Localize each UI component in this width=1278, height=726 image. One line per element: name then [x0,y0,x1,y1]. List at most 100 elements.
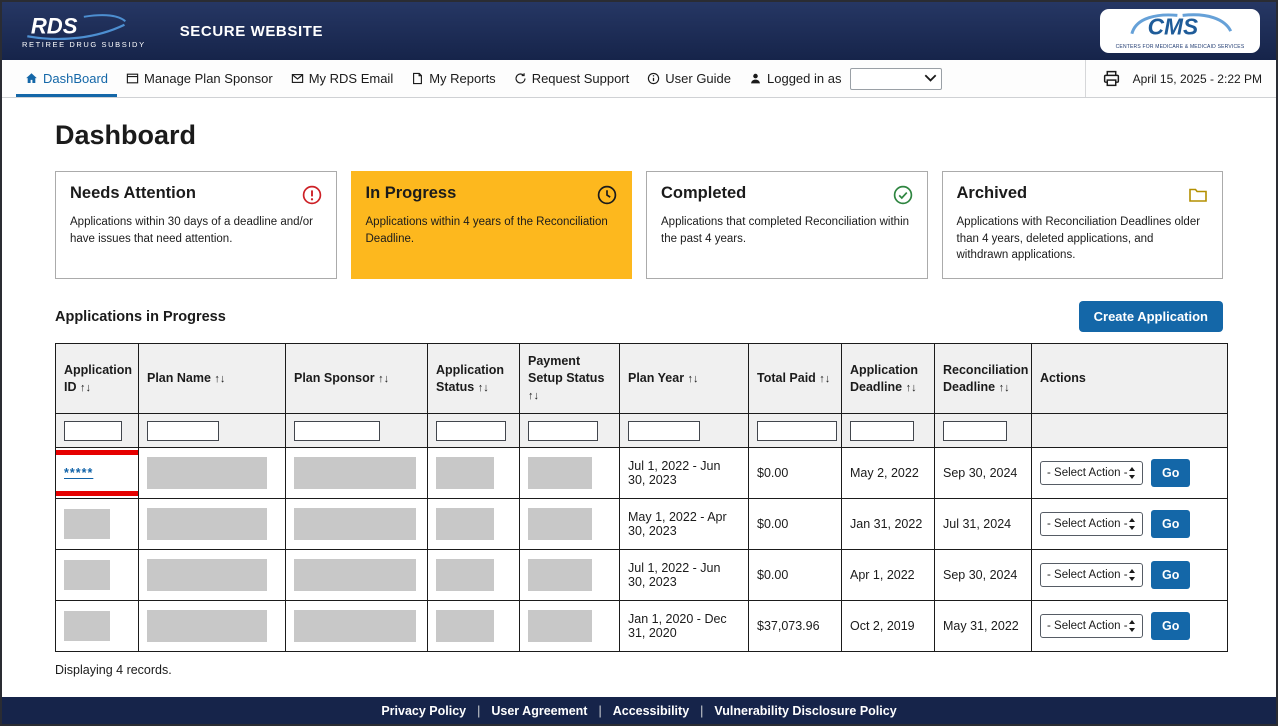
filter-application-status-input[interactable] [436,421,506,441]
nav-item-user-guide[interactable]: User Guide [638,60,740,97]
redacted-application-status [436,610,494,642]
report-icon [411,72,424,85]
card-needs-attention[interactable]: Needs Attention Applications within 30 d… [55,171,337,279]
footer-link-user-agreement[interactable]: User Agreement [491,704,587,718]
redacted-payment-setup-status [528,508,592,540]
col-plan-name[interactable]: Plan Name ↑↓ [139,344,286,414]
card-in-progress[interactable]: In Progress Applications within 4 years … [351,171,633,279]
select-arrows-icon [1128,569,1136,581]
nav-item-request-support[interactable]: Request Support [505,60,639,97]
nav-item-my-rds-email[interactable]: My RDS Email [282,60,403,97]
nav-item-my-reports[interactable]: My Reports [402,60,504,97]
clock-icon [597,185,617,205]
redacted-plan-name [147,559,267,591]
go-button[interactable]: Go [1151,561,1190,589]
plan-year-cell: May 1, 2022 - Apr 30, 2023 [620,499,749,550]
check-circle-icon [893,185,913,205]
card-title: Needs Attention [70,184,196,203]
redacted-application-id [64,611,110,641]
col-application-deadline[interactable]: Application Deadline ↑↓ [842,344,935,414]
sort-icon[interactable]: ↑↓ [999,382,1010,394]
records-count-text: Displaying 4 records. [55,663,1223,677]
chevron-down-icon [924,72,937,85]
action-select[interactable]: - Select Action - [1040,461,1143,485]
action-select[interactable]: - Select Action - [1040,512,1143,536]
col-plan-year[interactable]: Plan Year ↑↓ [620,344,749,414]
col-actions: Actions [1032,344,1228,414]
redacted-application-status [436,457,494,489]
footer-link-accessibility[interactable]: Accessibility [613,704,689,718]
logged-in-as-select[interactable] [850,68,942,90]
action-select[interactable]: - Select Action - [1040,614,1143,638]
sort-icon[interactable]: ↑↓ [528,390,539,402]
sort-icon[interactable]: ↑↓ [819,373,830,385]
filter-reconciliation-deadline-input[interactable] [943,421,1007,441]
col-application-status[interactable]: Application Status ↑↓ [428,344,520,414]
nav-item-label: Manage Plan Sponsor [144,71,273,86]
folder-icon [1188,185,1208,205]
sort-icon[interactable]: ↑↓ [378,373,389,385]
go-button[interactable]: Go [1151,612,1190,640]
nav-item-dashboard[interactable]: DashBoard [16,60,117,97]
go-button[interactable]: Go [1151,510,1190,538]
nav-item-label: My Reports [429,71,495,86]
redacted-application-id [64,560,110,590]
nav-item-logged-in-as: Logged in as [740,60,951,97]
select-arrows-icon [1128,518,1136,530]
site-label: SECURE WEBSITE [180,23,323,40]
redacted-plan-sponsor [294,457,416,489]
nav-item-manage-plan-sponsor[interactable]: Manage Plan Sponsor [117,60,282,97]
redacted-payment-setup-status [528,457,592,489]
table-row: ***** Jul 1, 2022 - Jun 30, 2023 $0.00 M… [56,448,1228,499]
col-application-id[interactable]: Application ID ↑↓ [56,344,139,414]
total-paid-cell: $0.00 [749,448,842,499]
redacted-application-status [436,508,494,540]
reconciliation-deadline-cell: Jul 31, 2024 [935,499,1032,550]
applications-section-header: Applications in Progress Create Applicat… [55,301,1223,332]
footer-link-vulnerability-disclosure[interactable]: Vulnerability Disclosure Policy [714,704,896,718]
sort-icon[interactable]: ↑↓ [214,373,225,385]
redacted-application-id [64,509,110,539]
col-total-paid[interactable]: Total Paid ↑↓ [749,344,842,414]
filter-total-paid-input[interactable] [757,421,837,441]
rds-secure-website-window: RDS RETIREE DRUG SUBSIDY SECURE WEBSITE … [0,0,1278,726]
sort-icon[interactable]: ↑↓ [478,382,489,394]
footer-link-privacy-policy[interactable]: Privacy Policy [381,704,466,718]
filter-application-deadline-input[interactable] [850,421,914,441]
sort-icon[interactable]: ↑↓ [906,382,917,394]
rds-logo-mark: RDS [22,13,128,40]
filter-plan-year-input[interactable] [628,421,700,441]
select-arrows-icon [1128,620,1136,632]
sort-icon[interactable]: ↑↓ [688,373,699,385]
sort-icon[interactable]: ↑↓ [80,382,91,394]
filter-plan-sponsor-input[interactable] [294,421,380,441]
col-payment-setup-status[interactable]: Payment Setup Status ↑↓ [520,344,620,414]
table-row: Jul 1, 2022 - Jun 30, 2023 $0.00 Apr 1, … [56,550,1228,601]
applications-table: Application ID ↑↓ Plan Name ↑↓ Plan Spon… [55,343,1228,652]
main-content: Dashboard Needs Attention Applications w… [2,98,1276,697]
table-header-row: Application ID ↑↓ Plan Name ↑↓ Plan Spon… [56,344,1228,414]
footer-separator: | [598,704,601,718]
card-completed[interactable]: Completed Applications that completed Re… [646,171,928,279]
card-title: Archived [957,184,1028,203]
filter-payment-setup-status-input[interactable] [528,421,598,441]
col-plan-sponsor[interactable]: Plan Sponsor ↑↓ [286,344,428,414]
cms-logo: CMS CENTERS FOR MEDICARE & MEDICAID SERV… [1100,9,1260,53]
col-reconciliation-deadline[interactable]: Reconciliation Deadline ↑↓ [935,344,1032,414]
filter-application-id-input[interactable] [64,421,122,441]
reconciliation-deadline-cell: Sep 30, 2024 [935,550,1032,601]
application-deadline-cell: May 2, 2022 [842,448,935,499]
info-icon [647,72,660,85]
rds-logo-subtext: RETIREE DRUG SUBSIDY [22,41,146,49]
go-button[interactable]: Go [1151,459,1190,487]
application-id-link[interactable]: ***** [64,466,93,480]
envelope-icon [291,72,304,85]
action-select[interactable]: - Select Action - [1040,563,1143,587]
filter-plan-name-input[interactable] [147,421,219,441]
create-application-button[interactable]: Create Application [1079,301,1223,332]
print-icon[interactable] [1102,69,1121,88]
card-archived[interactable]: Archived Applications with Reconciliatio… [942,171,1224,279]
footer-separator: | [700,704,703,718]
application-deadline-cell: Oct 2, 2019 [842,601,935,652]
card-title: Completed [661,184,746,203]
